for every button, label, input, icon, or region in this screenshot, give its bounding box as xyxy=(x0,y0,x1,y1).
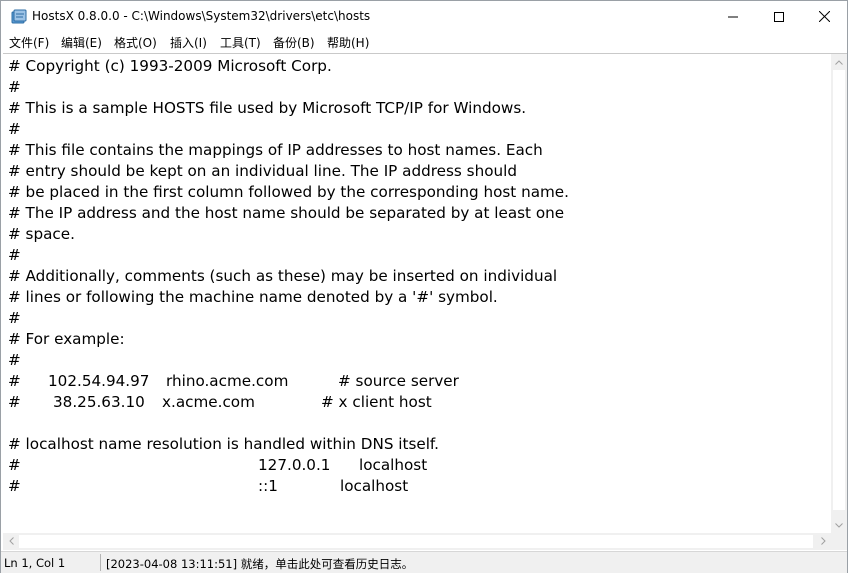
localhost-row: # ::1 localhost xyxy=(8,476,608,497)
scroll-down-button[interactable] xyxy=(831,517,847,533)
scroll-left-button[interactable] xyxy=(3,533,19,549)
text-line: # The IP address and the host name shoul… xyxy=(8,204,565,222)
app-window: HostsX 0.8.0.0 - C:\Windows\System32\dri… xyxy=(0,0,848,573)
row-host: x.acme.com xyxy=(162,393,255,411)
example-row: # 102.54.94.97 rhino.acme.com # source s… xyxy=(8,371,608,392)
text-line: # xyxy=(8,309,21,327)
maximize-button[interactable] xyxy=(756,1,802,32)
text-line: # This file contains the mappings of IP … xyxy=(8,141,543,159)
menu-insert[interactable]: 插入(I) xyxy=(170,34,207,51)
horizontal-scroll-thumb[interactable] xyxy=(19,535,813,548)
menu-bar: 文件(F) 编辑(E) 格式(O) 插入(I) 工具(T) 备份(B) 帮助(H… xyxy=(1,32,847,52)
localhost-row: # 127.0.0.1 localhost xyxy=(8,455,608,476)
text-line: # lines or following the machine name de… xyxy=(8,288,498,306)
text-line: # Copyright (c) 1993-2009 Microsoft Corp… xyxy=(8,57,332,75)
hostsx-app-icon xyxy=(11,9,27,25)
text-line: # For example: xyxy=(8,330,125,348)
vertical-scroll-thumb[interactable] xyxy=(833,70,845,510)
row-ip: 102.54.94.97 xyxy=(48,372,150,390)
text-line: # xyxy=(8,78,21,96)
minimize-icon xyxy=(728,16,738,17)
scrollbar-corner xyxy=(831,533,847,550)
scroll-right-button[interactable] xyxy=(815,533,831,549)
text-line: # entry should be kept on an individual … xyxy=(8,162,517,180)
row-ip: 127.0.0.1 xyxy=(258,456,331,474)
menu-format[interactable]: 格式(O) xyxy=(114,34,157,51)
text-line: # This is a sample HOSTS file used by Mi… xyxy=(8,99,527,117)
example-row: # 38.25.63.10 x.acme.com # x client host xyxy=(8,392,608,413)
row-ip: 38.25.63.10 xyxy=(53,393,145,411)
text-line: # Additionally, comments (such as these)… xyxy=(8,267,558,285)
menu-edit[interactable]: 编辑(E) xyxy=(61,34,102,51)
row-host: localhost xyxy=(340,477,409,495)
status-bar: Ln 1, Col 1 [2023-04-08 13:11:51] 就绪，单击此… xyxy=(1,551,847,573)
chevron-up-icon xyxy=(835,59,843,65)
scroll-up-button[interactable] xyxy=(831,54,847,70)
chevron-right-icon xyxy=(820,537,826,545)
row-hash: # xyxy=(8,456,21,474)
row-host: localhost xyxy=(359,456,428,474)
window-title: HostsX 0.8.0.0 - C:\Windows\System32\dri… xyxy=(32,9,371,23)
row-hash: # xyxy=(8,393,21,411)
row-comment: # source server xyxy=(338,372,459,390)
text-line: # xyxy=(8,246,21,264)
menu-backup[interactable]: 备份(B) xyxy=(273,34,315,51)
text-line: # xyxy=(8,120,21,138)
close-button[interactable] xyxy=(801,1,847,32)
hosts-text-editor[interactable]: # Copyright (c) 1993-2009 Microsoft Corp… xyxy=(3,54,830,532)
horizontal-scrollbar[interactable] xyxy=(3,533,831,550)
status-log-message[interactable]: [2023-04-08 13:11:51] 就绪，单击此处可查看历史日志。 xyxy=(106,556,413,572)
row-hash: # xyxy=(8,477,21,495)
chevron-left-icon xyxy=(8,537,14,545)
cursor-position: Ln 1, Col 1 xyxy=(4,556,66,570)
title-bar[interactable]: HostsX 0.8.0.0 - C:\Windows\System32\dri… xyxy=(1,1,847,32)
close-icon xyxy=(818,11,830,22)
editor-container: # Copyright (c) 1993-2009 Microsoft Corp… xyxy=(3,53,847,550)
status-divider xyxy=(100,554,101,571)
minimize-button[interactable] xyxy=(710,1,756,32)
menu-tools[interactable]: 工具(T) xyxy=(220,34,261,51)
text-line: # space. xyxy=(8,225,75,243)
text-line: # localhost name resolution is handled w… xyxy=(8,435,440,453)
row-host: rhino.acme.com xyxy=(166,372,289,390)
menu-help[interactable]: 帮助(H) xyxy=(327,34,369,51)
text-line: # be placed in the first column followed… xyxy=(8,183,569,201)
chevron-down-icon xyxy=(835,522,843,528)
row-ip: ::1 xyxy=(258,477,278,495)
text-line: # xyxy=(8,351,21,369)
maximize-icon xyxy=(774,11,784,22)
menu-file[interactable]: 文件(F) xyxy=(9,34,49,51)
row-hash: # xyxy=(8,372,21,390)
row-comment: # x client host xyxy=(321,393,432,411)
vertical-scrollbar[interactable] xyxy=(831,54,847,533)
